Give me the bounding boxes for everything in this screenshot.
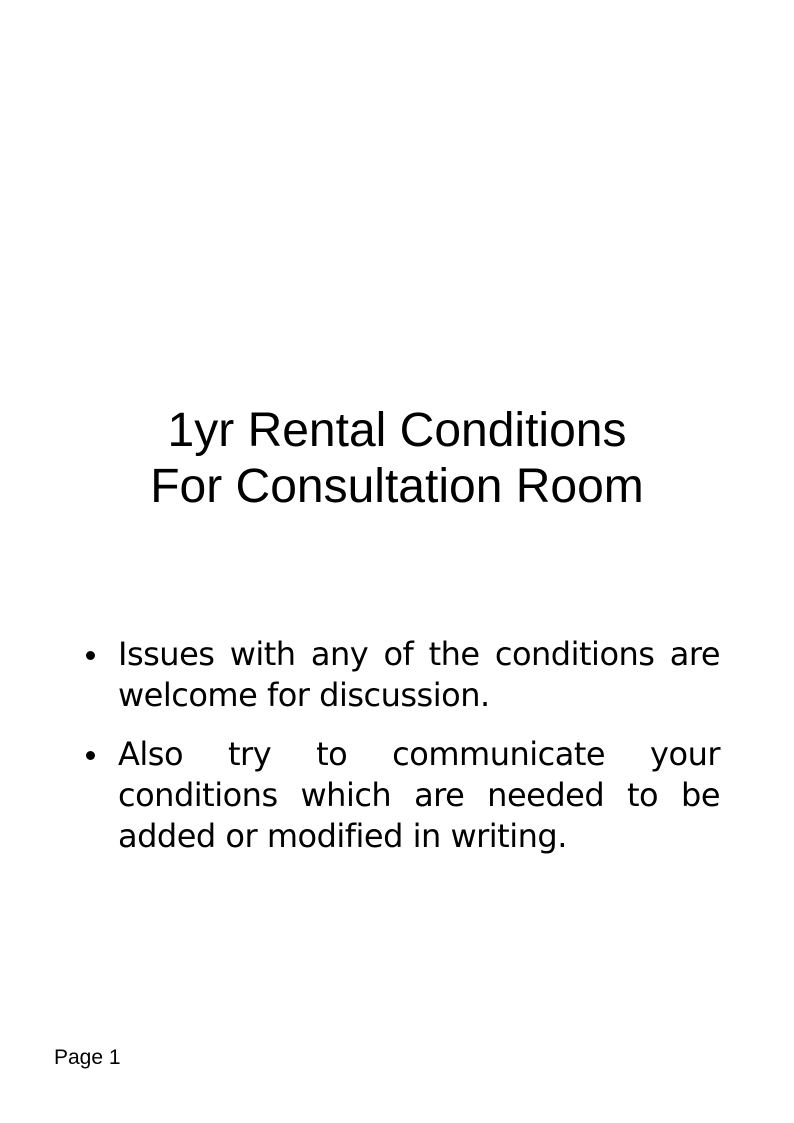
page-number: Page 1 [54, 1046, 121, 1069]
bullet-text: Issues with any of the conditions are we… [118, 635, 721, 714]
bullet-item-writing: Also try to communicate your conditions … [80, 734, 721, 857]
document-page: 1yr Rental Conditions For Consultation R… [0, 0, 794, 1123]
bullet-icon [86, 651, 95, 660]
bullet-item-discussion: Issues with any of the conditions are we… [80, 634, 721, 716]
title-line-2: For Consultation Room [150, 460, 644, 513]
page-title: 1yr Rental Conditions For Consultation R… [0, 403, 794, 515]
bullet-text: Also try to communicate your conditions … [118, 735, 721, 855]
bullet-list: Issues with any of the conditions are we… [80, 634, 721, 875]
title-line-1: 1yr Rental Conditions [167, 404, 627, 457]
bullet-icon [86, 751, 95, 760]
